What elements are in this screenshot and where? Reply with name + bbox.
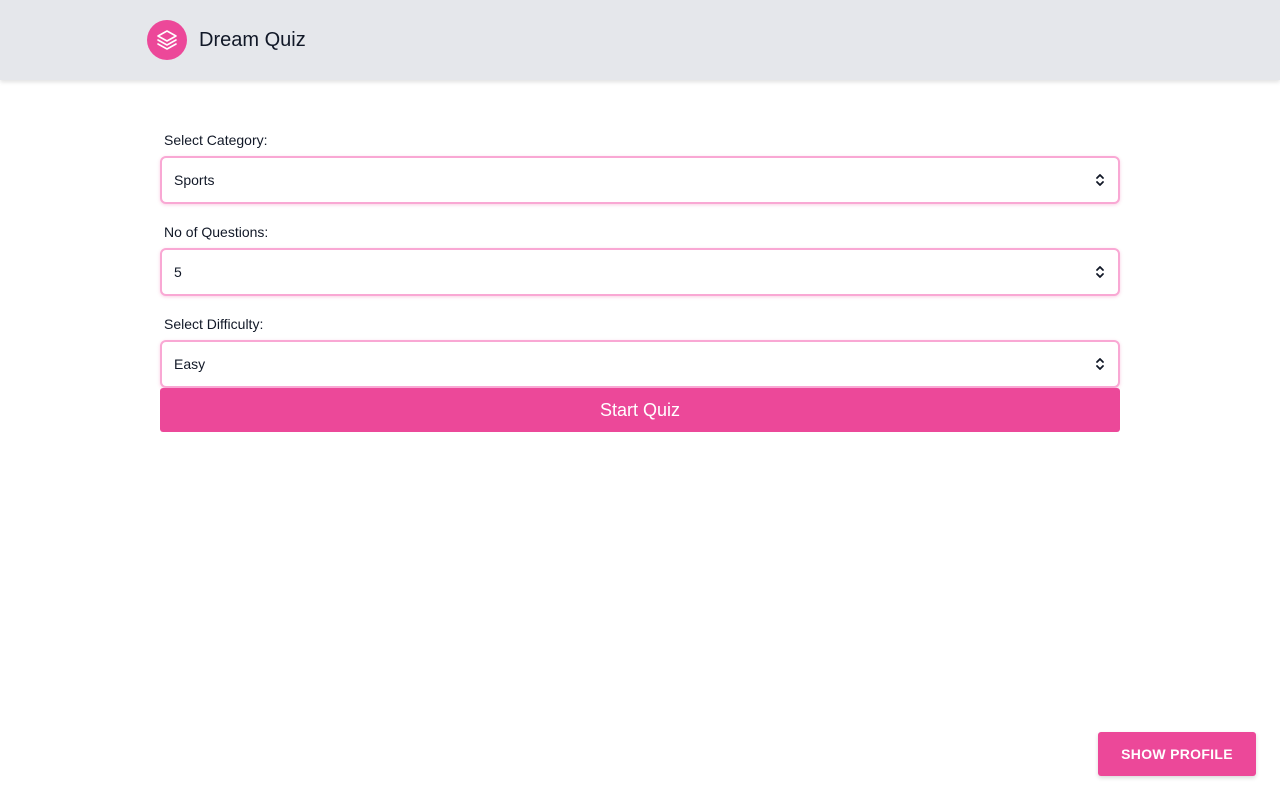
category-label: Select Category: <box>164 132 268 148</box>
start-quiz-button[interactable]: Start Quiz <box>160 388 1120 432</box>
quiz-setup-form: Select Category: Sports No of Questions:… <box>160 130 1120 406</box>
app-header: Dream Quiz <box>0 0 1280 80</box>
brand-link[interactable]: Dream Quiz <box>147 20 306 60</box>
difficulty-select[interactable]: Easy <box>160 340 1120 388</box>
chevron-up-down-icon <box>1096 266 1104 278</box>
difficulty-label: Select Difficulty: <box>164 316 264 332</box>
questions-label: No of Questions: <box>164 224 269 240</box>
chevron-up-down-icon <box>1096 174 1104 186</box>
chevron-up-down-icon <box>1096 358 1104 370</box>
questions-value: 5 <box>174 264 182 280</box>
layers-icon <box>147 20 187 60</box>
difficulty-value: Easy <box>174 356 206 372</box>
questions-select[interactable]: 5 <box>160 248 1120 296</box>
category-value: Sports <box>174 172 215 188</box>
category-select[interactable]: Sports <box>160 156 1120 204</box>
brand-name: Dream Quiz <box>199 28 306 51</box>
show-profile-button[interactable]: SHOW PROFILE <box>1098 732 1256 776</box>
